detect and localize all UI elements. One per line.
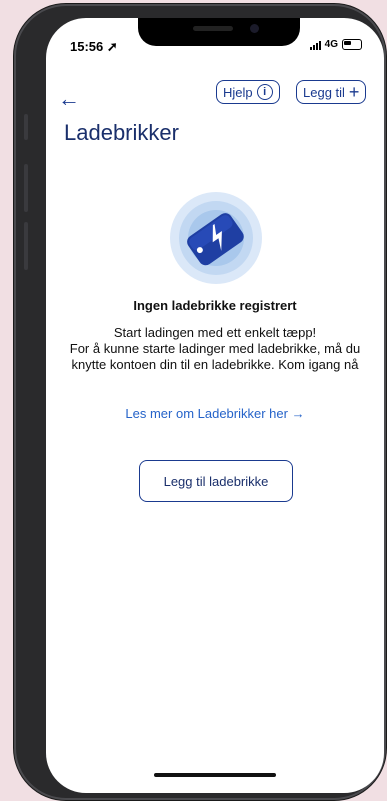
notch <box>138 18 300 46</box>
help-button[interactable]: Hjelp i <box>216 80 280 104</box>
add-charging-tag-button[interactable]: Legg til ladebrikke <box>139 460 293 502</box>
empty-state-body: Start ladingen med ett enkelt tæpp! For … <box>64 325 366 373</box>
mute-switch <box>24 114 28 140</box>
network-label: 4G <box>324 39 338 50</box>
add-button[interactable]: Legg til + <box>296 80 367 104</box>
add-label: Legg til <box>303 84 345 100</box>
back-arrow-icon[interactable]: ← <box>58 86 80 112</box>
battery-icon <box>342 39 362 50</box>
time-text: 15:56 <box>70 39 104 54</box>
location-icon: ➚ <box>106 39 118 54</box>
empty-state-title: Ingen ladebrikke registrert <box>133 298 297 313</box>
home-indicator[interactable] <box>154 773 276 777</box>
learn-more-label: Les mer om Ladebrikker her <box>125 406 288 421</box>
status-icons: 4G <box>309 39 362 50</box>
page-title: Ladebrikker <box>64 120 179 145</box>
signal-icon <box>309 40 321 50</box>
screen: 15:56 ➚ 4G ← Hjelp i Legg til + Ladebrik… <box>46 18 384 793</box>
speaker <box>193 26 233 31</box>
empty-state-line2: For å kunne starte ladinger med ladebrik… <box>69 341 361 372</box>
info-icon: i <box>256 84 273 100</box>
learn-more-link[interactable]: Les mer om Ladebrikker her → <box>46 406 384 421</box>
volume-up-button <box>24 164 28 212</box>
arrow-right-icon: → <box>291 406 305 421</box>
help-label: Hjelp <box>223 84 253 100</box>
phone-frame: 15:56 ➚ 4G ← Hjelp i Legg til + Ladebrik… <box>14 4 386 800</box>
charging-tag-icon <box>170 192 262 284</box>
empty-state-line1: Start ladingen med ett enkelt tæpp! <box>113 325 317 340</box>
camera <box>250 24 259 33</box>
volume-down-button <box>24 222 28 270</box>
plus-icon: + <box>348 82 360 102</box>
status-time: 15:56 ➚ <box>70 39 118 55</box>
